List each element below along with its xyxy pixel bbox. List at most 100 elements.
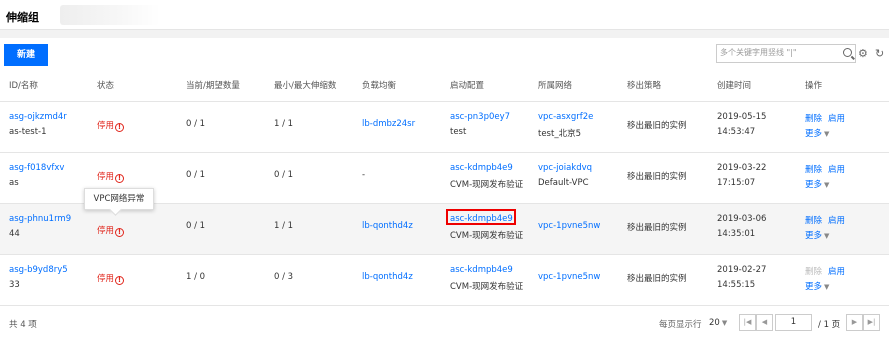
row-minmax: 1 / 1 <box>274 221 294 231</box>
row-config-link[interactable]: asc-pn3p0ey7 <box>450 112 510 122</box>
enable-button[interactable]: 启用 <box>828 112 845 124</box>
row-lb-link[interactable]: lb-qonthd4z <box>362 221 413 231</box>
last-page-button[interactable]: ▶| <box>863 314 880 331</box>
row-current: 1 / 0 <box>186 272 206 282</box>
th-current: 当前/期望数量 <box>186 81 240 91</box>
page-number-input[interactable]: 1 <box>775 314 812 331</box>
row-minmax: 1 / 1 <box>274 119 294 129</box>
row-time: 14:53:47 <box>717 127 756 137</box>
row-id-link[interactable]: asg-ojkzmd4r <box>9 112 67 122</box>
row-id-link[interactable]: asg-b9yd8ry5 <box>9 265 68 275</box>
enable-button[interactable]: 启用 <box>828 214 845 226</box>
row-vpc-link[interactable]: vpc-1pvne5nw <box>538 221 600 231</box>
prev-page-button[interactable]: ◀ <box>756 314 773 331</box>
warning-icon[interactable]: ! <box>115 123 125 132</box>
row-date: 2019-05-15 <box>717 112 767 122</box>
vpc-error-tooltip: VPC网络异常 <box>84 188 154 210</box>
th-minmax: 最小/最大伸缩数 <box>274 81 337 91</box>
first-page-button[interactable]: |◀ <box>739 314 756 331</box>
row-lb-link[interactable]: lb-dmbz24sr <box>362 119 415 129</box>
row-date: 2019-03-22 <box>717 163 767 173</box>
gear-icon[interactable]: ⚙ <box>858 48 868 59</box>
status-label: 停用! <box>97 170 125 183</box>
row-config-name: CVM-现网发布验证 <box>450 180 524 190</box>
row-time: 14:55:15 <box>717 280 756 290</box>
delete-button[interactable]: 删除 <box>805 163 822 175</box>
chevron-down-icon: ▼ <box>824 181 830 189</box>
table-header: ID/名称 状态 当前/期望数量 最小/最大伸缩数 负载均衡 启动配置 所属网络… <box>0 68 889 102</box>
delete-button[interactable]: 删除 <box>805 214 822 226</box>
region-selector[interactable] <box>60 5 160 25</box>
chevron-down-icon: ▼ <box>824 283 830 291</box>
row-lb: - <box>362 170 366 180</box>
per-page-label: 每页显示行 <box>659 320 702 330</box>
row-policy: 移出最旧的实例 <box>627 121 687 131</box>
row-id-link[interactable]: asg-f018vfxv <box>9 163 64 173</box>
row-name: as <box>9 178 19 188</box>
th-id: ID/名称 <box>9 81 38 91</box>
row-current: 0 / 1 <box>186 170 206 180</box>
table-row: asg-phnu1rm9 44 停用! 0 / 1 1 / 1 lb-qonth… <box>0 204 889 255</box>
row-date: 2019-02-27 <box>717 265 767 275</box>
row-vpc-link[interactable]: vpc-joiakdvq <box>538 163 592 173</box>
row-vpc-link[interactable]: vpc-1pvne5nw <box>538 272 600 282</box>
row-vpc-link[interactable]: vpc-asxgrf2e <box>538 112 593 122</box>
chevron-down-icon: ▼ <box>824 130 830 138</box>
delete-button-disabled: 删除 <box>805 267 823 277</box>
more-dropdown[interactable]: 更多 ▼ <box>805 229 829 241</box>
status-label: 停用! <box>97 272 125 285</box>
row-date: 2019-03-06 <box>717 214 767 224</box>
table-footer: 共 4 项 每页显示行 20 ▼ |◀ ◀ 1 / 1 页 ▶ ▶| <box>0 306 889 340</box>
row-config-name: CVM-现网发布验证 <box>450 231 524 241</box>
row-current: 0 / 1 <box>186 221 206 231</box>
row-name: 33 <box>9 280 20 290</box>
row-vpc-name: Default-VPC <box>538 178 589 188</box>
search-placeholder: 多个关键字用竖线 "|" <box>720 48 797 57</box>
row-minmax: 0 / 1 <box>274 170 294 180</box>
total-count: 共 4 项 <box>9 320 37 330</box>
next-page-button[interactable]: ▶ <box>846 314 863 331</box>
row-lb-link[interactable]: lb-qonthd4z <box>362 272 413 282</box>
row-minmax: 0 / 3 <box>274 272 294 282</box>
enable-button[interactable]: 启用 <box>828 163 845 175</box>
highlight-box <box>446 209 516 225</box>
th-created: 创建时间 <box>717 81 752 91</box>
warning-icon[interactable]: ! <box>115 276 125 285</box>
enable-button[interactable]: 启用 <box>828 265 845 277</box>
row-config-name: CVM-现网发布验证 <box>450 282 524 292</box>
search-icon[interactable] <box>843 48 852 57</box>
th-policy: 移出策略 <box>627 81 662 91</box>
table-row: asg-b9yd8ry5 33 停用! 1 / 0 0 / 3 lb-qonth… <box>0 255 889 306</box>
row-id-link[interactable]: asg-phnu1rm9 <box>9 214 71 224</box>
page-total: / 1 页 <box>818 320 841 330</box>
row-policy: 移出最旧的实例 <box>627 274 687 284</box>
th-ops: 操作 <box>805 81 823 91</box>
row-name: as-test-1 <box>9 127 47 137</box>
row-config-name: test <box>450 127 467 137</box>
row-time: 17:15:07 <box>717 178 756 188</box>
row-time: 14:35:01 <box>717 229 756 239</box>
new-button[interactable]: 新建 <box>4 44 48 66</box>
row-vpc-name: test_北京5 <box>538 129 581 139</box>
th-status: 状态 <box>97 81 115 91</box>
row-policy: 移出最旧的实例 <box>627 172 687 182</box>
row-current: 0 / 1 <box>186 119 206 129</box>
page-header: 伸缩组 <box>0 0 889 30</box>
table-row: asg-ojkzmd4r as-test-1 停用! 0 / 1 1 / 1 l… <box>0 102 889 153</box>
th-lb: 负载均衡 <box>362 81 397 91</box>
th-vpc: 所属网络 <box>538 81 573 91</box>
search-input[interactable]: 多个关键字用竖线 "|" <box>716 44 856 63</box>
refresh-icon[interactable]: ↻ <box>875 48 884 59</box>
row-config-link[interactable]: asc-kdmpb4e9 <box>450 265 513 275</box>
row-name: 44 <box>9 229 20 239</box>
more-dropdown[interactable]: 更多 ▼ <box>805 280 829 292</box>
more-dropdown[interactable]: 更多 ▼ <box>805 127 829 139</box>
status-label: 停用! <box>97 119 125 132</box>
warning-icon[interactable]: ! <box>115 174 125 183</box>
delete-button[interactable]: 删除 <box>805 112 822 124</box>
more-dropdown[interactable]: 更多 ▼ <box>805 178 829 190</box>
warning-icon[interactable]: ! <box>115 228 125 237</box>
row-config-link[interactable]: asc-kdmpb4e9 <box>450 163 513 173</box>
row-policy: 移出最旧的实例 <box>627 223 687 233</box>
per-page-select[interactable]: 20 ▼ <box>709 318 727 328</box>
